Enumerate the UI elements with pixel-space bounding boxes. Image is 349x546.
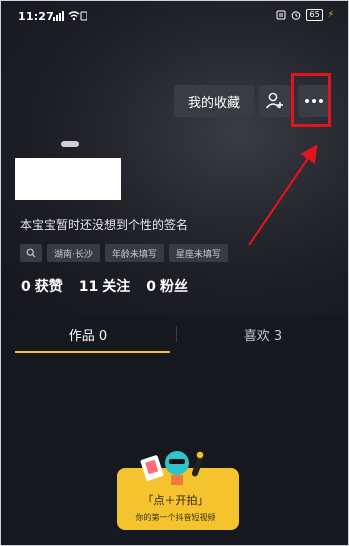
create-video-title: 「点＋开拍」 (142, 494, 209, 507)
camera-illustration-icon (140, 450, 205, 485)
create-video-subtitle: 你的第一个抖音短视频 (135, 513, 216, 522)
profile-screen: 11:27 65 ⚡ 我的收藏 本宝宝暂时还没想到个性的签名 湖南·长沙 年龄未… (0, 0, 349, 546)
